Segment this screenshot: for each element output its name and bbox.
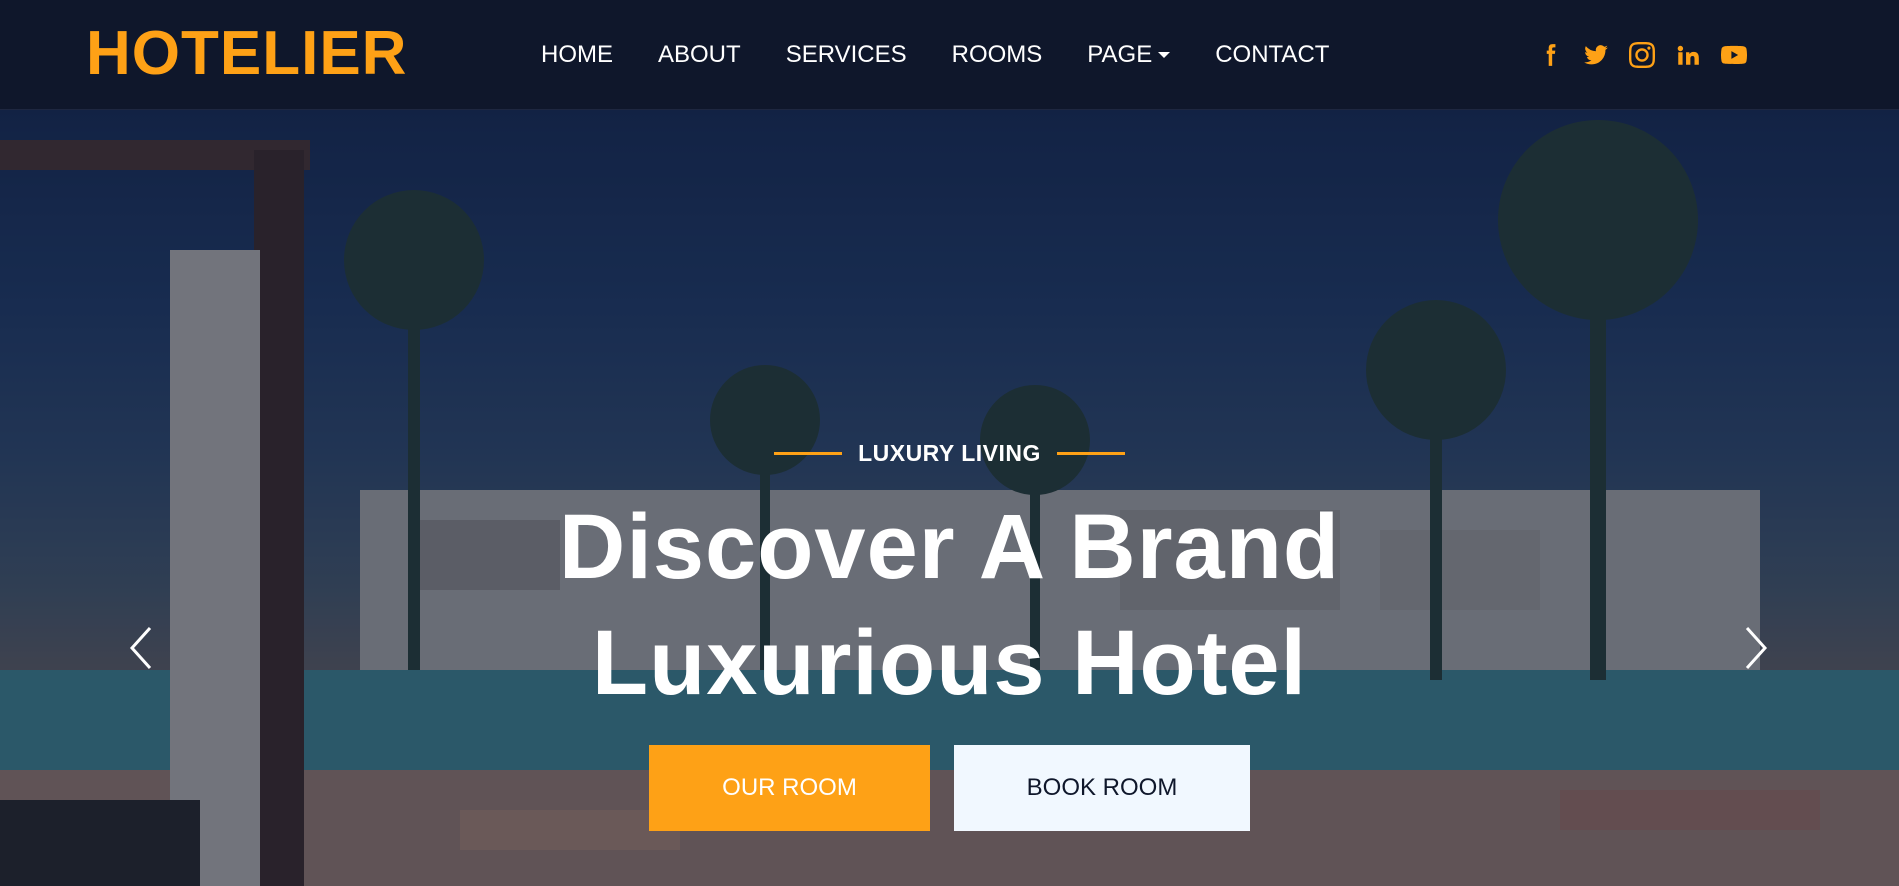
carousel-next-button[interactable] [1735,618,1775,678]
nav-link-contact[interactable]: CONTACT [1215,41,1329,69]
linkedin-icon[interactable] [1671,38,1705,72]
brand-logo[interactable]: HOTELIER [86,18,407,90]
nav-link-services[interactable]: SERVICES [786,41,907,69]
hero-headline: Discover A Brand Luxurious Hotel [0,489,1899,721]
hero-headline-line1: Discover A Brand [558,496,1341,598]
eyebrow-rule-right [1056,452,1125,455]
hero-caption: LUXURY LIVING Discover A Brand Luxurious… [0,440,1899,831]
hero-eyebrow-text: LUXURY LIVING [858,440,1041,466]
carousel-prev-button[interactable] [122,618,162,678]
instagram-icon[interactable] [1625,38,1659,72]
nav-dropdown-page[interactable]: PAGE [1087,41,1171,69]
social-links [1521,38,1751,72]
our-room-button[interactable]: OUR ROOM [649,745,930,831]
nav-link-label: PAGE [1087,41,1153,68]
chevron-left-icon [129,626,152,670]
nav-link-label: SERVICES [785,41,907,68]
top-navbar: HOTELIER HOME ABOUT SERVICES ROOMS PAGE … [0,0,1899,110]
hero-carousel: LUXURY LIVING Discover A Brand Luxurious… [0,110,1899,886]
nav-link-about[interactable]: ABOUT [658,41,741,69]
main-nav: HOME ABOUT SERVICES ROOMS PAGE CONTACT [541,38,1374,72]
book-room-button[interactable]: BOOK ROOM [954,745,1250,831]
chevron-right-icon [1745,626,1768,670]
nav-link-label: HOME [541,41,613,68]
hero-cta-row: OUR ROOM BOOK ROOM [0,745,1899,831]
youtube-icon[interactable] [1717,38,1751,72]
hero-headline-line2: Luxurious Hotel [591,612,1308,714]
nav-link-home[interactable]: HOME [541,41,613,69]
nav-link-label: CONTACT [1215,41,1330,68]
nav-link-rooms[interactable]: ROOMS [952,41,1043,69]
hero-eyebrow: LUXURY LIVING [758,440,1141,467]
nav-link-label: ABOUT [658,41,741,68]
nav-link-label: ROOMS [951,41,1043,68]
caret-down-icon [1158,52,1171,58]
twitter-icon[interactable] [1579,38,1613,72]
eyebrow-rule-left [774,452,843,455]
facebook-icon[interactable] [1533,38,1567,72]
